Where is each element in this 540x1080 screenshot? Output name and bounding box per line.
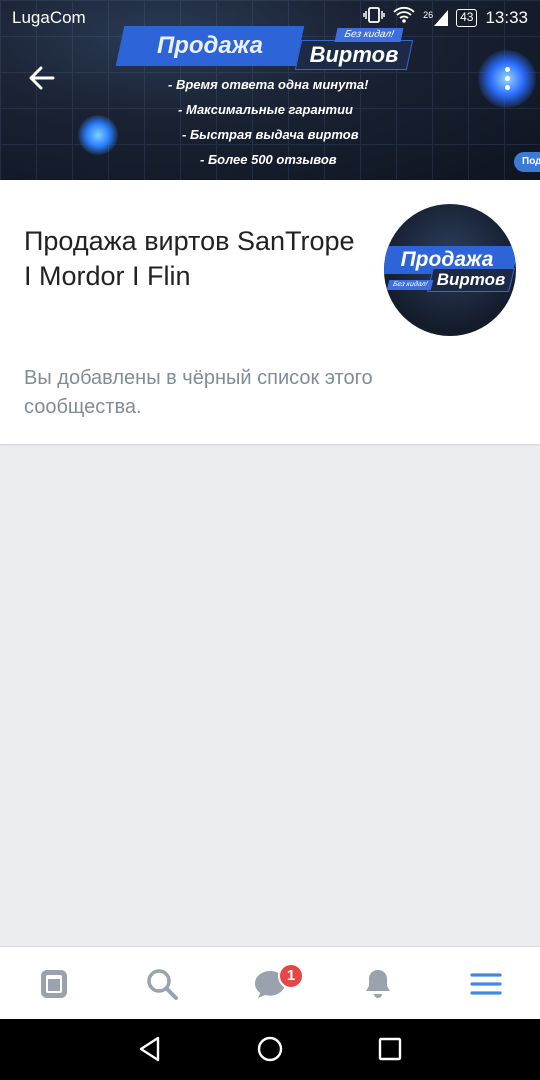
network-type: 26 xyxy=(423,9,434,20)
system-navigation-bar xyxy=(0,1019,540,1080)
menu-icon xyxy=(470,972,502,995)
screen: Продажа Виртов Без кидал! Время ответа о… xyxy=(0,0,540,1080)
notifications-icon xyxy=(366,969,390,998)
community-cover: Продажа Виртов Без кидал! Время ответа о… xyxy=(0,0,540,180)
cover-feature-line: Время ответа одна минута! xyxy=(160,72,380,97)
carrier-name: LugaCom xyxy=(12,8,86,27)
system-back-button[interactable] xyxy=(130,1031,170,1067)
tab-menu[interactable] xyxy=(432,947,540,1020)
more-options-button[interactable] xyxy=(490,58,524,98)
more-vertical-icon xyxy=(504,66,510,72)
avatar-tag: Без кидал! xyxy=(386,280,434,290)
blacklist-message: Вы добавлены в чёрный список этого сообщ… xyxy=(24,367,373,418)
community-info-card: Продажа виртов SanTrope I Mordor I Flin … xyxy=(0,180,540,444)
tab-notifications[interactable] xyxy=(324,947,432,1020)
back-button[interactable] xyxy=(22,58,62,98)
cover-title-secondary: Виртов xyxy=(294,40,414,70)
cover-glow xyxy=(78,115,118,155)
unread-badge: 1 xyxy=(278,963,304,989)
status-icons: 26 43 13:33 xyxy=(363,6,528,29)
bottom-tab-bar: 1 xyxy=(0,946,540,1019)
cover-feature-line: Максимальные гарантии xyxy=(160,97,380,122)
status-bar: LugaCom 26 43 13:33 xyxy=(0,0,540,36)
recents-square-icon xyxy=(378,1037,402,1061)
community-avatar[interactable]: Продажа Виртов Без кидал! xyxy=(384,204,516,336)
news-icon xyxy=(41,969,67,998)
cover-feature-list: Время ответа одна минута! Максимальные г… xyxy=(160,72,380,172)
tab-search[interactable] xyxy=(108,947,216,1020)
wifi-icon xyxy=(393,6,415,29)
cover-speech-bubble: Под xyxy=(514,152,540,172)
tab-messages[interactable]: 1 xyxy=(216,947,324,1020)
arrow-left-icon xyxy=(29,66,55,90)
avatar-title-secondary: Виртов xyxy=(427,268,515,292)
community-name: Продажа виртов SanTrope I Mordor I Flin xyxy=(24,226,355,291)
battery-indicator: 43 xyxy=(456,8,478,27)
vibrate-icon xyxy=(363,6,385,29)
tab-news[interactable] xyxy=(0,947,108,1020)
signal-icon: 26 xyxy=(423,9,449,26)
search-icon xyxy=(147,968,178,1000)
cover-feature-line: Быстрая выдача виртов xyxy=(160,122,380,147)
system-recents-button[interactable] xyxy=(370,1031,410,1067)
cover-feature-line: Более 500 отзывов xyxy=(160,147,380,172)
home-circle-icon xyxy=(257,1036,283,1062)
back-triangle-icon xyxy=(139,1036,160,1062)
clock: 13:33 xyxy=(485,7,528,27)
system-home-button[interactable] xyxy=(250,1031,290,1067)
